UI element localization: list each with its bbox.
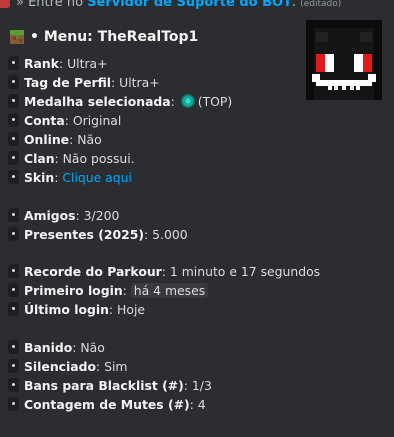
field-friends: Amigos: 3/200 bbox=[8, 206, 119, 224]
skin-thumbnail[interactable] bbox=[301, 20, 385, 106]
field-sep: : bbox=[108, 301, 118, 317]
field-sep: : bbox=[144, 226, 153, 242]
field-value: Original bbox=[72, 112, 122, 128]
profile-embed: • Menu: TheRealTop1 Rank: Ultra+ Tag de … bbox=[0, 18, 394, 437]
field-value: 1 minuto e 17 segundos bbox=[169, 263, 321, 279]
avatar[interactable] bbox=[0, 0, 10, 8]
timestamp-value[interactable]: há 4 meses bbox=[130, 282, 209, 298]
bullet-icon bbox=[8, 378, 19, 392]
bullet-icon bbox=[8, 151, 19, 165]
field-value: Sim bbox=[104, 358, 128, 374]
field-skin: Skin: Clique aqui bbox=[8, 168, 132, 186]
field-label: Medalha selecionada bbox=[24, 93, 171, 109]
field-value: Hoje bbox=[117, 301, 146, 317]
field-banned: Banido: Não bbox=[8, 338, 105, 356]
field-sep: : bbox=[54, 150, 63, 166]
field-value: (TOP) bbox=[197, 93, 233, 109]
field-sep: : bbox=[170, 93, 179, 109]
field-value: 1/3 bbox=[191, 377, 212, 393]
field-value: Não bbox=[80, 339, 105, 355]
message-prefix: » Entre no bbox=[16, 0, 88, 10]
field-label: Silenciado bbox=[24, 358, 96, 374]
bullet-icon bbox=[8, 283, 19, 297]
field-label: Online bbox=[24, 131, 70, 147]
bullet-icon bbox=[8, 227, 19, 241]
bullet-icon bbox=[8, 94, 19, 108]
field-value: 5.000 bbox=[152, 226, 188, 242]
field-sep: : bbox=[111, 74, 120, 90]
field-value: 3/200 bbox=[83, 207, 120, 223]
field-sep: : bbox=[58, 55, 68, 71]
field-sep: : bbox=[161, 263, 170, 279]
field-label: Rank bbox=[24, 55, 59, 71]
field-label: Primeiro login bbox=[24, 282, 123, 298]
field-value: Não bbox=[77, 131, 102, 147]
grass-block-icon bbox=[10, 30, 24, 44]
field-parkour-record: Recorde do Parkour: 1 minuto e 17 segund… bbox=[8, 262, 320, 280]
field-medal: Medalha selecionada: (TOP) bbox=[8, 92, 232, 110]
field-sep: : bbox=[72, 339, 81, 355]
field-label: Bans para Blacklist (#) bbox=[24, 377, 184, 393]
bullet-icon bbox=[8, 359, 19, 373]
field-blacklist-bans: Bans para Blacklist (#): 1/3 bbox=[8, 376, 212, 394]
bullet-icon bbox=[8, 56, 19, 70]
field-sep: : bbox=[122, 282, 131, 298]
bullet-icon bbox=[8, 397, 19, 411]
field-label: Contagem de Mutes (#) bbox=[24, 396, 190, 412]
field-last-login: Último login: Hoje bbox=[8, 300, 145, 318]
field-label: Presentes (2025) bbox=[24, 226, 145, 242]
field-muted: Silenciado: Sim bbox=[8, 357, 128, 375]
field-label: Conta bbox=[24, 112, 65, 128]
message-text: » Entre no Servidor de Suporte do BOT. (… bbox=[16, 0, 341, 9]
embed-author: • Menu: TheRealTop1 bbox=[10, 28, 198, 46]
skin-head-image bbox=[306, 20, 382, 100]
field-label: Banido bbox=[24, 339, 73, 355]
field-online: Online: Não bbox=[8, 130, 102, 148]
field-value: Não possui. bbox=[62, 150, 135, 166]
field-value: Ultra+ bbox=[67, 55, 108, 71]
field-first-login: Primeiro login: há 4 meses bbox=[8, 281, 209, 299]
field-account: Conta: Original bbox=[8, 111, 121, 129]
bullet-icon bbox=[8, 113, 19, 127]
bullet-icon bbox=[8, 340, 19, 354]
field-label: Tag de Perfil bbox=[24, 74, 112, 90]
embed-title: • Menu: TheRealTop1 bbox=[30, 29, 199, 45]
field-sep: : bbox=[95, 358, 105, 374]
field-sep: : bbox=[69, 131, 78, 147]
field-label: Recorde do Parkour bbox=[24, 263, 162, 279]
bullet-icon bbox=[8, 302, 19, 316]
field-sep: : bbox=[75, 207, 84, 223]
support-server-link[interactable]: Servidor de Suporte do BOT bbox=[87, 0, 292, 10]
field-label: Skin bbox=[24, 169, 55, 185]
bullet-icon bbox=[8, 132, 19, 146]
field-value: Ultra+ bbox=[119, 74, 160, 90]
field-sep: : bbox=[189, 396, 198, 412]
bullet-icon bbox=[8, 75, 19, 89]
field-mute-count: Contagem de Mutes (#): 4 bbox=[8, 395, 206, 413]
bullet-icon bbox=[8, 170, 19, 184]
embed-accent-bar bbox=[0, 18, 4, 437]
field-profile-tag: Tag de Perfil: Ultra+ bbox=[8, 73, 160, 91]
field-label: Clan bbox=[24, 150, 55, 166]
edited-label: (editado) bbox=[300, 0, 342, 9]
field-clan: Clan: Não possui. bbox=[8, 149, 135, 167]
message-header: » Entre no Servidor de Suporte do BOT. (… bbox=[0, 0, 394, 14]
message-suffix: . bbox=[291, 0, 301, 10]
bullet-icon bbox=[8, 264, 19, 278]
field-value: 4 bbox=[197, 396, 206, 412]
field-sep: : bbox=[183, 377, 192, 393]
field-label: Último login bbox=[24, 301, 109, 317]
field-rank: Rank: Ultra+ bbox=[8, 54, 108, 72]
field-gifts: Presentes (2025): 5.000 bbox=[8, 225, 188, 243]
field-sep: : bbox=[64, 112, 73, 128]
medal-icon bbox=[180, 94, 195, 108]
bullet-icon bbox=[8, 208, 19, 222]
field-sep: : bbox=[54, 169, 63, 185]
field-label: Amigos bbox=[24, 207, 76, 223]
skin-link[interactable]: Clique aqui bbox=[62, 170, 132, 185]
